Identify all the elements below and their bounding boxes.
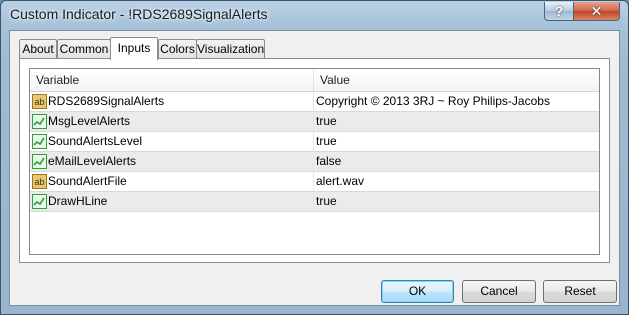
table-row[interactable]: DrawHLine true — [30, 192, 599, 212]
column-divider — [313, 132, 314, 151]
help-button[interactable]: ? — [544, 2, 574, 21]
variable-name: MsgLevelAlerts — [48, 114, 131, 128]
variable-value[interactable]: true — [316, 132, 337, 151]
string-ab-icon: ab — [32, 94, 47, 109]
boolean-chart-icon — [32, 134, 47, 149]
variable-name: RDS2689SignalAlerts — [48, 94, 165, 108]
table-row[interactable]: ab RDS2689SignalAlerts Copyright © 2013 3R… — [30, 92, 599, 112]
boolean-chart-icon — [32, 114, 47, 129]
tab-colors[interactable]: Colors — [158, 39, 197, 58]
inputs-grid: Variable Value ab RDS2689SignalAlerts Copy… — [29, 68, 600, 255]
table-row[interactable]: MsgLevelAlerts true — [30, 112, 599, 132]
ok-button[interactable]: OK — [381, 280, 454, 303]
variable-value[interactable]: true — [316, 112, 337, 131]
variable-name: SoundAlertsLevel — [48, 134, 143, 148]
column-divider — [313, 152, 314, 171]
string-ab-icon: ab — [32, 174, 47, 189]
column-header-value[interactable]: Value — [314, 69, 599, 91]
help-icon: ? — [554, 3, 564, 19]
column-divider — [313, 172, 314, 191]
cancel-button[interactable]: Cancel — [462, 280, 536, 303]
column-divider — [313, 192, 314, 211]
variable-value[interactable]: false — [316, 152, 341, 171]
boolean-chart-icon — [32, 154, 47, 169]
dialog-window: Custom Indicator - !RDS2689SignalAlerts … — [0, 0, 629, 315]
boolean-chart-icon — [32, 194, 47, 209]
inputs-panel: Variable Value ab RDS2689SignalAlerts Copy… — [19, 58, 610, 263]
svg-text:ab: ab — [34, 177, 44, 187]
table-row[interactable]: SoundAlertsLevel true — [30, 132, 599, 152]
variable-value[interactable]: Copyright © 2013 3RJ ~ Roy Philips-Jacob… — [316, 92, 550, 111]
close-button[interactable]: ✕ — [573, 2, 620, 21]
variable-name: eMailLevelAlerts — [48, 154, 137, 168]
window-title: Custom Indicator - !RDS2689SignalAlerts — [10, 6, 268, 22]
dialog-client-area: About Common Inputs Colors Visualization… — [9, 30, 620, 306]
column-divider — [313, 92, 314, 111]
column-header-variable[interactable]: Variable — [30, 69, 314, 91]
column-divider — [313, 112, 314, 131]
grid-header: Variable Value — [30, 69, 599, 92]
close-icon: ✕ — [590, 3, 603, 19]
tab-common[interactable]: Common — [57, 39, 111, 58]
reset-button[interactable]: Reset — [543, 280, 617, 303]
variable-name: SoundAlertFile — [48, 174, 127, 188]
tab-inputs[interactable]: Inputs — [110, 37, 158, 60]
tab-visualization[interactable]: Visualization — [196, 39, 265, 58]
variable-value[interactable]: alert.wav — [316, 172, 364, 191]
table-row[interactable]: eMailLevelAlerts false — [30, 152, 599, 172]
svg-text:ab: ab — [34, 97, 44, 107]
table-row[interactable]: ab SoundAlertFile alert.wav — [30, 172, 599, 192]
tab-about[interactable]: About — [19, 39, 57, 58]
variable-name: DrawHLine — [48, 194, 108, 208]
variable-value[interactable]: true — [316, 192, 337, 211]
title-bar[interactable]: Custom Indicator - !RDS2689SignalAlerts … — [1, 1, 628, 27]
